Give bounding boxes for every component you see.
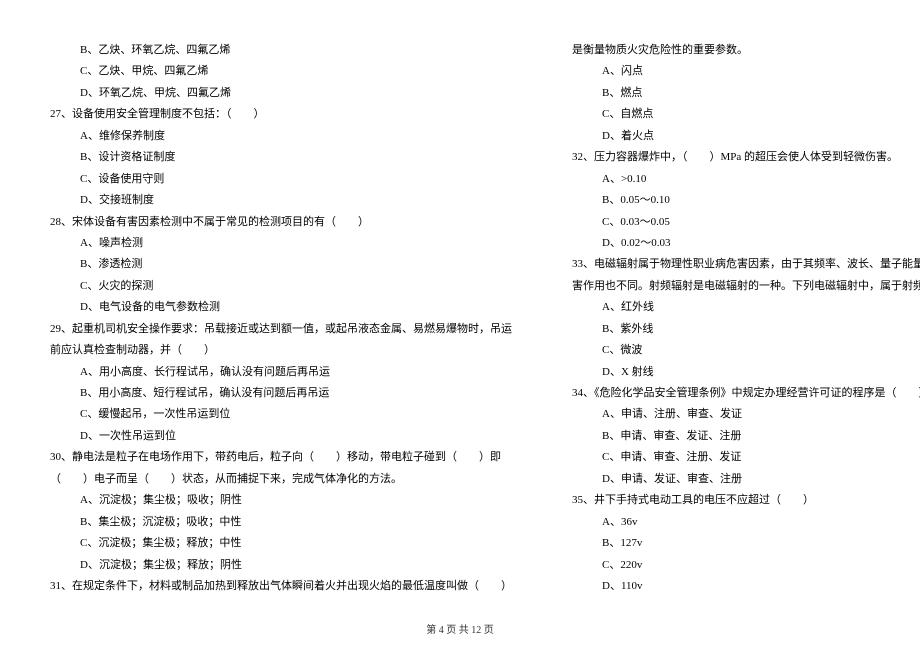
q31-stem-tail: 是衡量物质火灾危险性的重要参数。	[572, 40, 920, 61]
q33-stem-line2: 害作用也不同。射频辐射是电磁辐射的一种。下列电磁辐射中，属于射频辐射的是（ ）	[572, 276, 920, 297]
q28-option-a: A、噪声检测	[50, 233, 512, 254]
page-footer: 第 4 页 共 12 页	[0, 621, 920, 636]
q32-option-c: C、0.03～0.05	[572, 212, 920, 233]
q26-option-c: C、乙炔、甲烷、四氟乙烯	[50, 61, 512, 82]
q27-option-c: C、设备使用守则	[50, 169, 512, 190]
q28-option-b: B、渗透检测	[50, 254, 512, 275]
q34-stem: 34、《危险化学品安全管理条例》中规定办理经营许可证的程序是（ ）	[572, 383, 920, 404]
q31-option-b: B、燃点	[572, 83, 920, 104]
q30-stem-line2: （ ）电子而呈（ ）状态，从而捕捉下来，完成气体净化的方法。	[50, 469, 512, 490]
q30-option-a: A、沉淀极；集尘极；吸收；阴性	[50, 490, 512, 511]
q31-option-d: D、着火点	[572, 126, 920, 147]
q29-stem-line1: 29、起重机司机安全操作要求：吊载接近或达到额一值，或起吊液态金属、易燃易爆物时…	[50, 319, 512, 340]
q29-stem-line2: 前应认真检查制动器，并（ ）	[50, 340, 512, 361]
q27-stem: 27、设备使用安全管理制度不包括：（ ）	[50, 104, 512, 125]
q30-option-d: D、沉淀极；集尘极；释放；阴性	[50, 555, 512, 576]
q34-option-c: C、申请、审查、注册、发证	[572, 447, 920, 468]
q29-option-c: C、缓慢起吊，一次性吊运到位	[50, 404, 512, 425]
q32-option-a: A、>0.10	[572, 169, 920, 190]
q29-option-b: B、用小高度、短行程试吊，确认没有问题后再吊运	[50, 383, 512, 404]
two-column-layout: B、乙炔、环氧乙烷、四氟乙烯 C、乙炔、甲烷、四氟乙烯 D、环氧乙烷、甲烷、四氟…	[50, 40, 870, 597]
q33-option-d: D、X 射线	[572, 362, 920, 383]
q35-option-d: D、110v	[572, 576, 920, 597]
q27-option-b: B、设计资格证制度	[50, 147, 512, 168]
q34-option-b: B、申请、审查、发证、注册	[572, 426, 920, 447]
q31-stem: 31、在规定条件下，材料或制品加热到释放出气体瞬间着火并出现火焰的最低温度叫做（…	[50, 576, 512, 597]
q31-option-c: C、自燃点	[572, 104, 920, 125]
q30-option-b: B、集尘极；沉淀极；吸收；中性	[50, 512, 512, 533]
left-column: B、乙炔、环氧乙烷、四氟乙烯 C、乙炔、甲烷、四氟乙烯 D、环氧乙烷、甲烷、四氟…	[50, 40, 512, 597]
q28-option-d: D、电气设备的电气参数检测	[50, 297, 512, 318]
q27-option-a: A、维修保养制度	[50, 126, 512, 147]
q26-option-d: D、环氧乙烷、甲烷、四氟乙烯	[50, 83, 512, 104]
q32-option-b: B、0.05～0.10	[572, 190, 920, 211]
q29-option-a: A、用小高度、长行程试吊，确认没有问题后再吊运	[50, 362, 512, 383]
q30-option-c: C、沉淀极；集尘极；释放；中性	[50, 533, 512, 554]
q32-stem: 32、压力容器爆炸中，（ ）MPa 的超压会使人体受到轻微伤害。	[572, 147, 920, 168]
q35-option-b: B、127v	[572, 533, 920, 554]
q35-stem: 35、井下手持式电动工具的电压不应超过（ ）	[572, 490, 920, 511]
q31-option-a: A、闪点	[572, 61, 920, 82]
q33-stem-line1: 33、电磁辐射属于物理性职业病危害因素，由于其频率、波长、量子能量的不同，对人体…	[572, 254, 920, 275]
q34-option-d: D、申请、发证、审查、注册	[572, 469, 920, 490]
right-column: 是衡量物质火灾危险性的重要参数。 A、闪点 B、燃点 C、自燃点 D、着火点 3…	[572, 40, 920, 597]
q27-option-d: D、交接班制度	[50, 190, 512, 211]
q29-option-d: D、一次性吊运到位	[50, 426, 512, 447]
q28-stem: 28、宋体设备有害因素检测中不属于常见的检测项目的有（ ）	[50, 212, 512, 233]
q33-option-c: C、微波	[572, 340, 920, 361]
q28-option-c: C、火灾的探测	[50, 276, 512, 297]
q35-option-a: A、36v	[572, 512, 920, 533]
q26-option-b: B、乙炔、环氧乙烷、四氟乙烯	[50, 40, 512, 61]
q34-option-a: A、申请、注册、审查、发证	[572, 404, 920, 425]
q32-option-d: D、0.02～0.03	[572, 233, 920, 254]
q35-option-c: C、220v	[572, 555, 920, 576]
q33-option-a: A、红外线	[572, 297, 920, 318]
q30-stem-line1: 30、静电法是粒子在电场作用下，带药电后，粒子向（ ）移动，带电粒子碰到（ ）即	[50, 447, 512, 468]
q33-option-b: B、紫外线	[572, 319, 920, 340]
